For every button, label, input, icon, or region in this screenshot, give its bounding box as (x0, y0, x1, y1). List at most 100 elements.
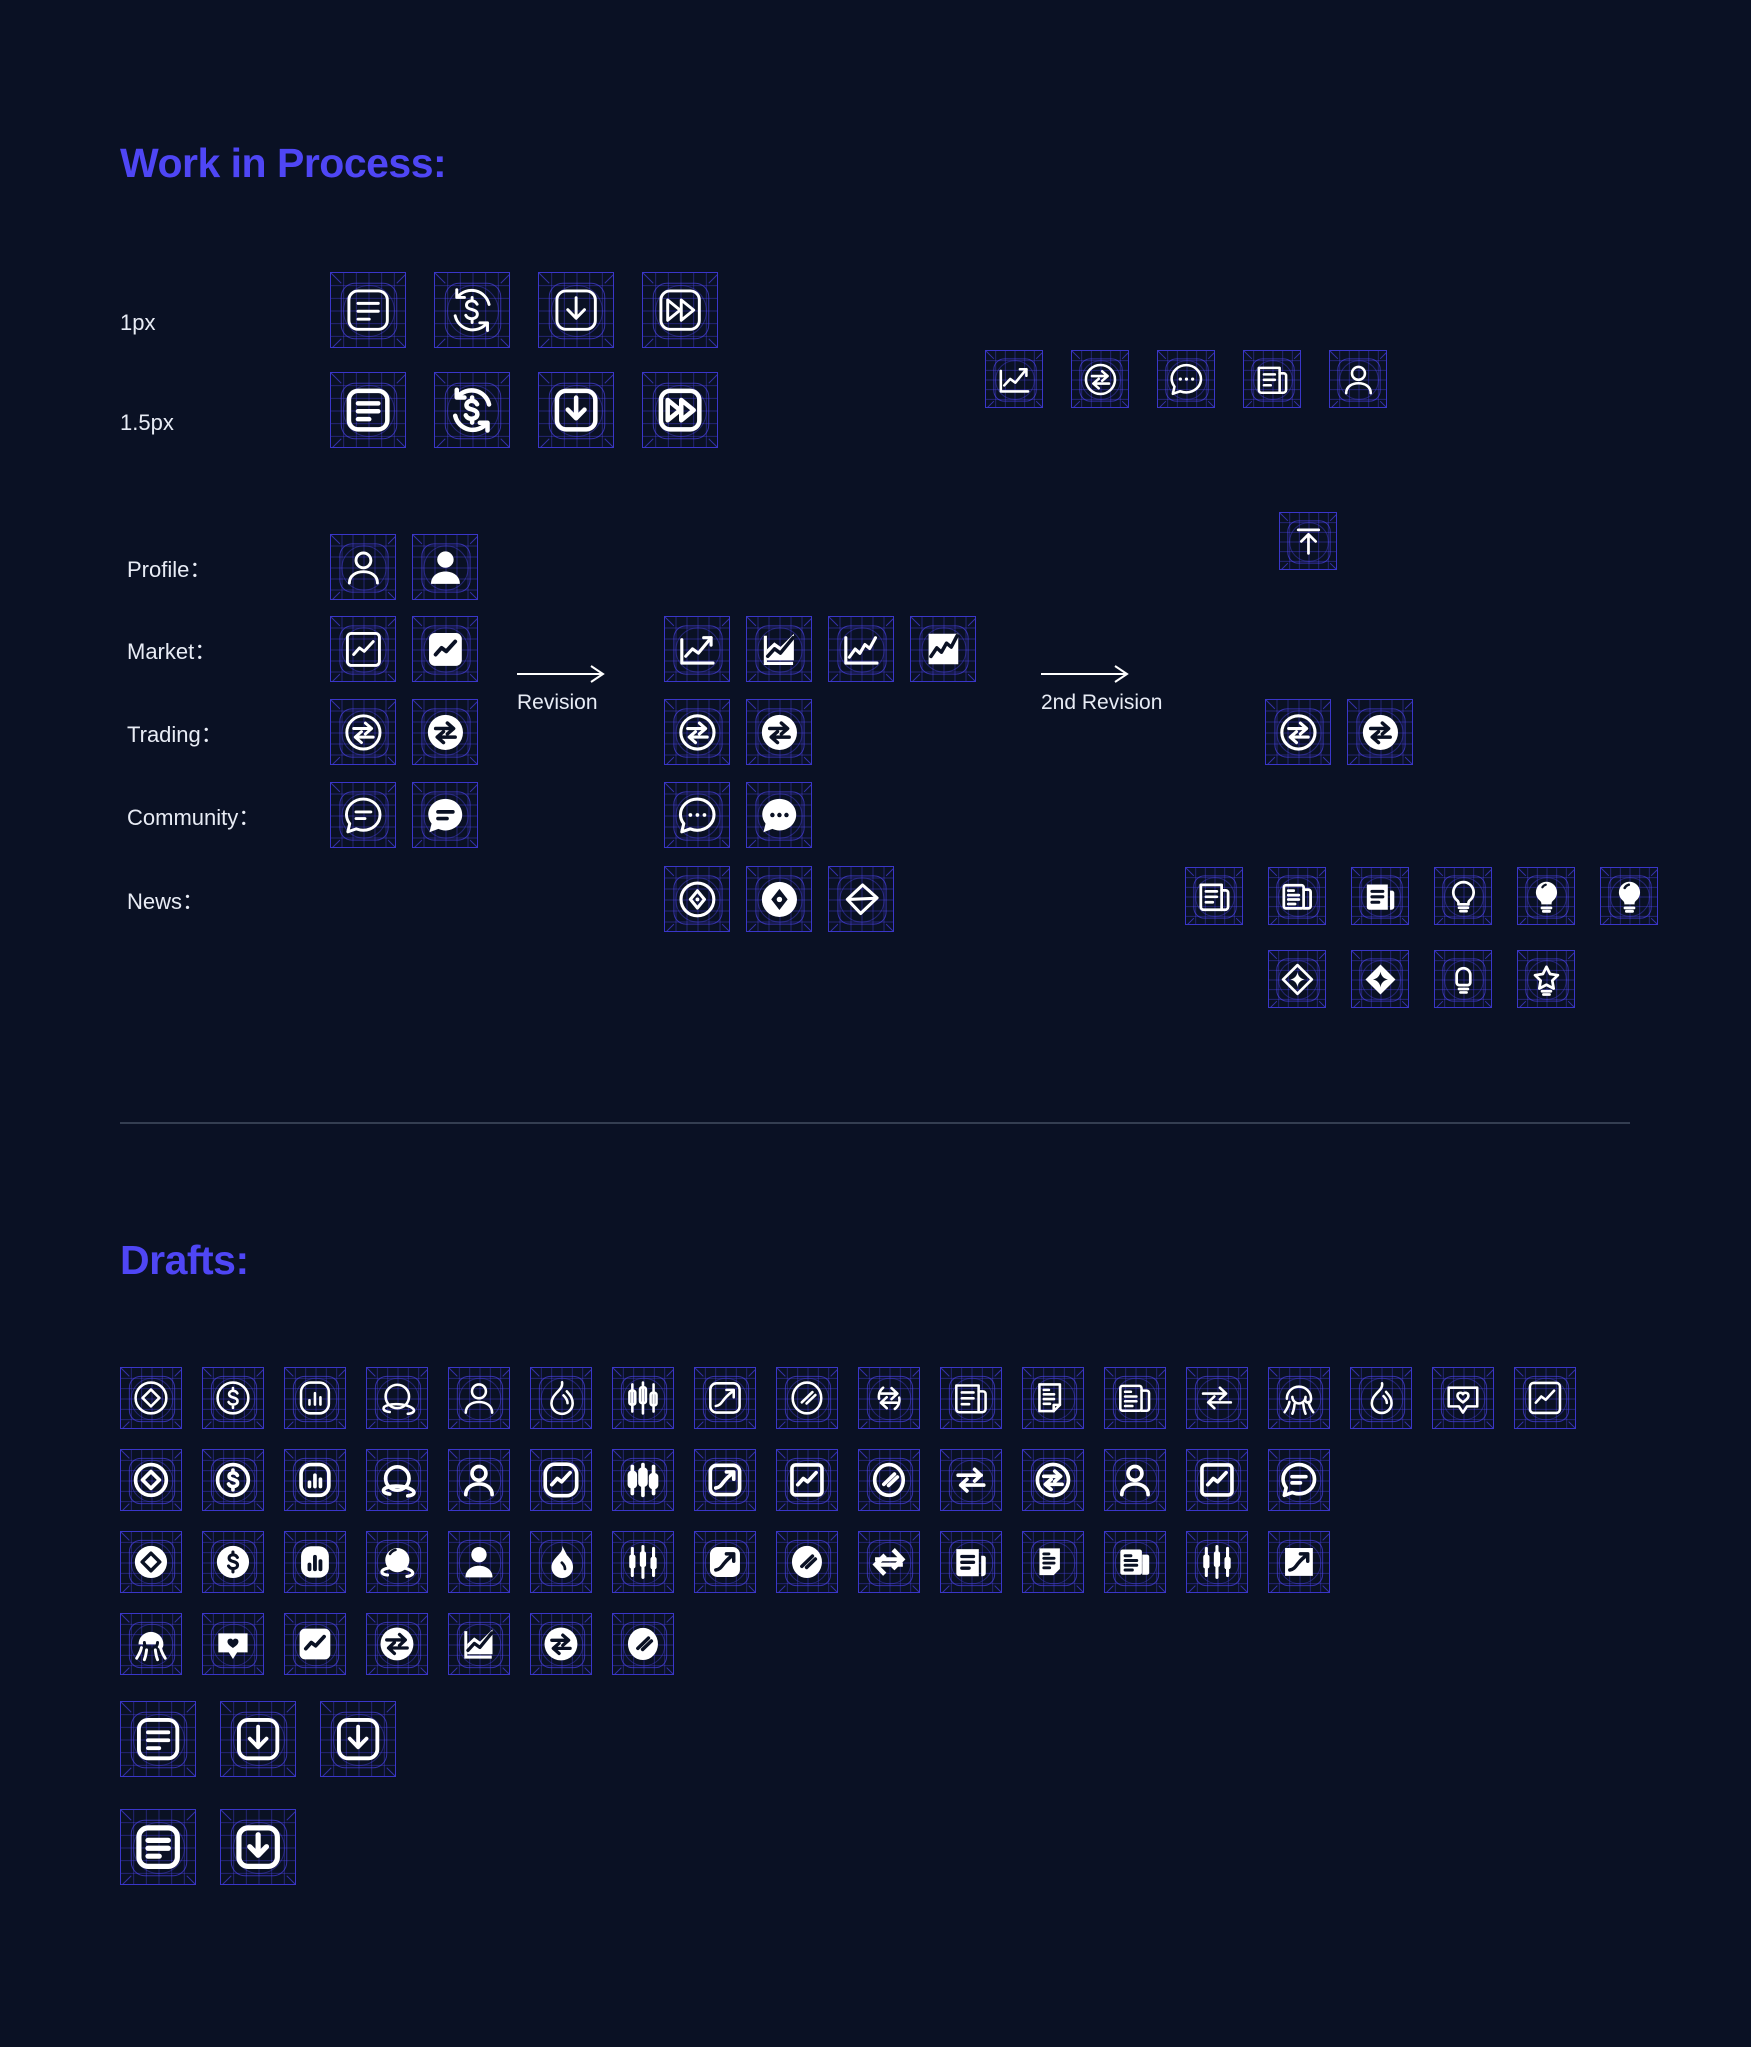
diamond-circle-outline-icon[interactable] (120, 1367, 182, 1429)
profile-outline-icon[interactable] (448, 1367, 510, 1429)
download-icon[interactable] (538, 372, 614, 448)
chart-square-outline-icon[interactable] (1514, 1367, 1576, 1429)
slash-circle-filled-icon[interactable] (612, 1613, 674, 1675)
dollar-circle-outline-icon[interactable] (202, 1449, 264, 1511)
download-icon[interactable] (320, 1701, 396, 1777)
download-icon[interactable] (538, 272, 614, 348)
news-page-outline-icon[interactable] (940, 1367, 1002, 1429)
chat-lines-filled-icon[interactable] (412, 782, 478, 848)
slash-circle-outline-icon[interactable] (858, 1449, 920, 1511)
profile-outline-icon[interactable] (448, 1449, 510, 1511)
news-page-filled-icon[interactable] (1351, 867, 1409, 925)
profile-outline-icon[interactable] (1104, 1449, 1166, 1511)
exchange-circle-filled-icon[interactable] (530, 1613, 592, 1675)
planet-filled-icon[interactable] (366, 1531, 428, 1593)
planet-outline-icon[interactable] (366, 1449, 428, 1511)
trend-arrow-square-filled-icon[interactable] (694, 1531, 756, 1593)
document-lines-icon[interactable] (330, 272, 406, 348)
trend-arrow-filled-icon[interactable] (1268, 1531, 1330, 1593)
sparkle-diamond-outline-icon[interactable] (1268, 950, 1326, 1008)
fast-forward-icon[interactable] (642, 372, 718, 448)
document-lines-icon[interactable] (330, 372, 406, 448)
swap-arrows-circle-filled-icon[interactable] (366, 1613, 428, 1675)
news-page-filled-icon[interactable] (940, 1531, 1002, 1593)
exchange-circle-filled-icon[interactable] (412, 699, 478, 765)
flame-round-outline-icon[interactable] (1350, 1367, 1412, 1429)
chart-square-outline-icon[interactable] (330, 616, 396, 682)
dollar-circle-filled-icon[interactable] (202, 1531, 264, 1593)
download-icon[interactable] (220, 1809, 296, 1885)
news-stack-outline-icon[interactable] (1104, 1367, 1166, 1429)
dollar-refresh-icon[interactable] (434, 372, 510, 448)
bar-chart-outline-icon[interactable] (284, 1367, 346, 1429)
dollar-refresh-icon[interactable] (434, 272, 510, 348)
jellyfish-filled-icon[interactable] (120, 1613, 182, 1675)
exchange-circle-filled-icon[interactable] (746, 699, 812, 765)
swap-arrows-outline-icon[interactable] (858, 1367, 920, 1429)
document-lines-icon[interactable] (120, 1701, 196, 1777)
profile-filled-icon[interactable] (412, 534, 478, 600)
news-page-outline-icon[interactable] (1185, 867, 1243, 925)
swap-arrows-bold-icon[interactable] (940, 1449, 1002, 1511)
diamond-circle-filled-icon[interactable] (120, 1531, 182, 1593)
diamond-circle-outline-icon[interactable] (120, 1449, 182, 1511)
candlestick-outline-icon[interactable] (612, 1367, 674, 1429)
chat-lines-outline-icon[interactable] (330, 782, 396, 848)
sparkle-diamond-filled-icon[interactable] (1351, 950, 1409, 1008)
chart-trend-outline-icon[interactable] (664, 616, 730, 682)
bar-chart-outline-icon[interactable] (284, 1449, 346, 1511)
chart-squircle-outline-icon[interactable] (530, 1449, 592, 1511)
trend-arrow-square-icon[interactable] (694, 1449, 756, 1511)
chart-trend-filled-icon[interactable] (448, 1613, 510, 1675)
chart-square-filled-icon[interactable] (412, 616, 478, 682)
double-arrow-outline-icon[interactable] (1186, 1367, 1248, 1429)
chart-square-filled-icon[interactable] (284, 1613, 346, 1675)
chart-trend-filled-icon[interactable] (746, 616, 812, 682)
profile-outline-icon[interactable] (330, 534, 396, 600)
download-icon[interactable] (220, 1701, 296, 1777)
bulb-square-icon[interactable] (1434, 950, 1492, 1008)
trend-arrow-square-icon[interactable] (694, 1367, 756, 1429)
chat-dots-icon[interactable] (1157, 350, 1215, 408)
news-stack-filled-icon[interactable] (1104, 1531, 1166, 1593)
document-lines-icon[interactable] (120, 1809, 196, 1885)
exchange-circle-outline-icon[interactable] (1265, 699, 1331, 765)
planet-outline-icon[interactable] (366, 1367, 428, 1429)
bulb-glow-icon[interactable] (1600, 867, 1658, 925)
news-page-icon[interactable] (1243, 350, 1301, 408)
flame-filled-icon[interactable] (530, 1531, 592, 1593)
candlestick-outline-icon[interactable] (612, 1449, 674, 1511)
news-page-fold-icon[interactable] (1022, 1367, 1084, 1429)
profile-icon[interactable] (1329, 350, 1387, 408)
upload-arrow-icon[interactable] (1279, 512, 1337, 570)
chat-dots-outline-icon[interactable] (664, 782, 730, 848)
exchange-circle-icon[interactable] (1071, 350, 1129, 408)
flame-outline-icon[interactable] (530, 1367, 592, 1429)
compass-circle-filled-icon[interactable] (746, 866, 812, 932)
chart-trend-square-icon[interactable] (776, 1449, 838, 1511)
compass-circle-outline-icon[interactable] (664, 866, 730, 932)
chat-lines-outline-icon[interactable] (1268, 1449, 1330, 1511)
slash-circle-filled-icon[interactable] (776, 1531, 838, 1593)
dollar-circle-outline-icon[interactable] (202, 1367, 264, 1429)
chart-trend-icon[interactable] (985, 350, 1043, 408)
slash-circle-outline-icon[interactable] (776, 1367, 838, 1429)
jellyfish-outline-icon[interactable] (1268, 1367, 1330, 1429)
bulb-star-icon[interactable] (1517, 950, 1575, 1008)
exchange-circle-outline-icon[interactable] (1022, 1449, 1084, 1511)
chart-zigzag-outline-icon[interactable] (828, 616, 894, 682)
bulb-outline-icon[interactable] (1434, 867, 1492, 925)
news-stack-outline-icon[interactable] (1268, 867, 1326, 925)
exchange-circle-filled-icon[interactable] (1347, 699, 1413, 765)
candlestick-filled-icon[interactable] (612, 1531, 674, 1593)
bulb-filled-icon[interactable] (1517, 867, 1575, 925)
chat-dots-filled-icon[interactable] (746, 782, 812, 848)
exchange-circle-outline-icon[interactable] (330, 699, 396, 765)
chart-square-outline-icon[interactable] (1186, 1449, 1248, 1511)
chart-zigzag-filled-icon[interactable] (910, 616, 976, 682)
news-page-fold-filled-icon[interactable] (1022, 1531, 1084, 1593)
heart-chat-outline-icon[interactable] (1432, 1367, 1494, 1429)
profile-filled-icon[interactable] (448, 1531, 510, 1593)
bar-chart-filled-icon[interactable] (284, 1531, 346, 1593)
exchange-circle-outline-icon[interactable] (664, 699, 730, 765)
